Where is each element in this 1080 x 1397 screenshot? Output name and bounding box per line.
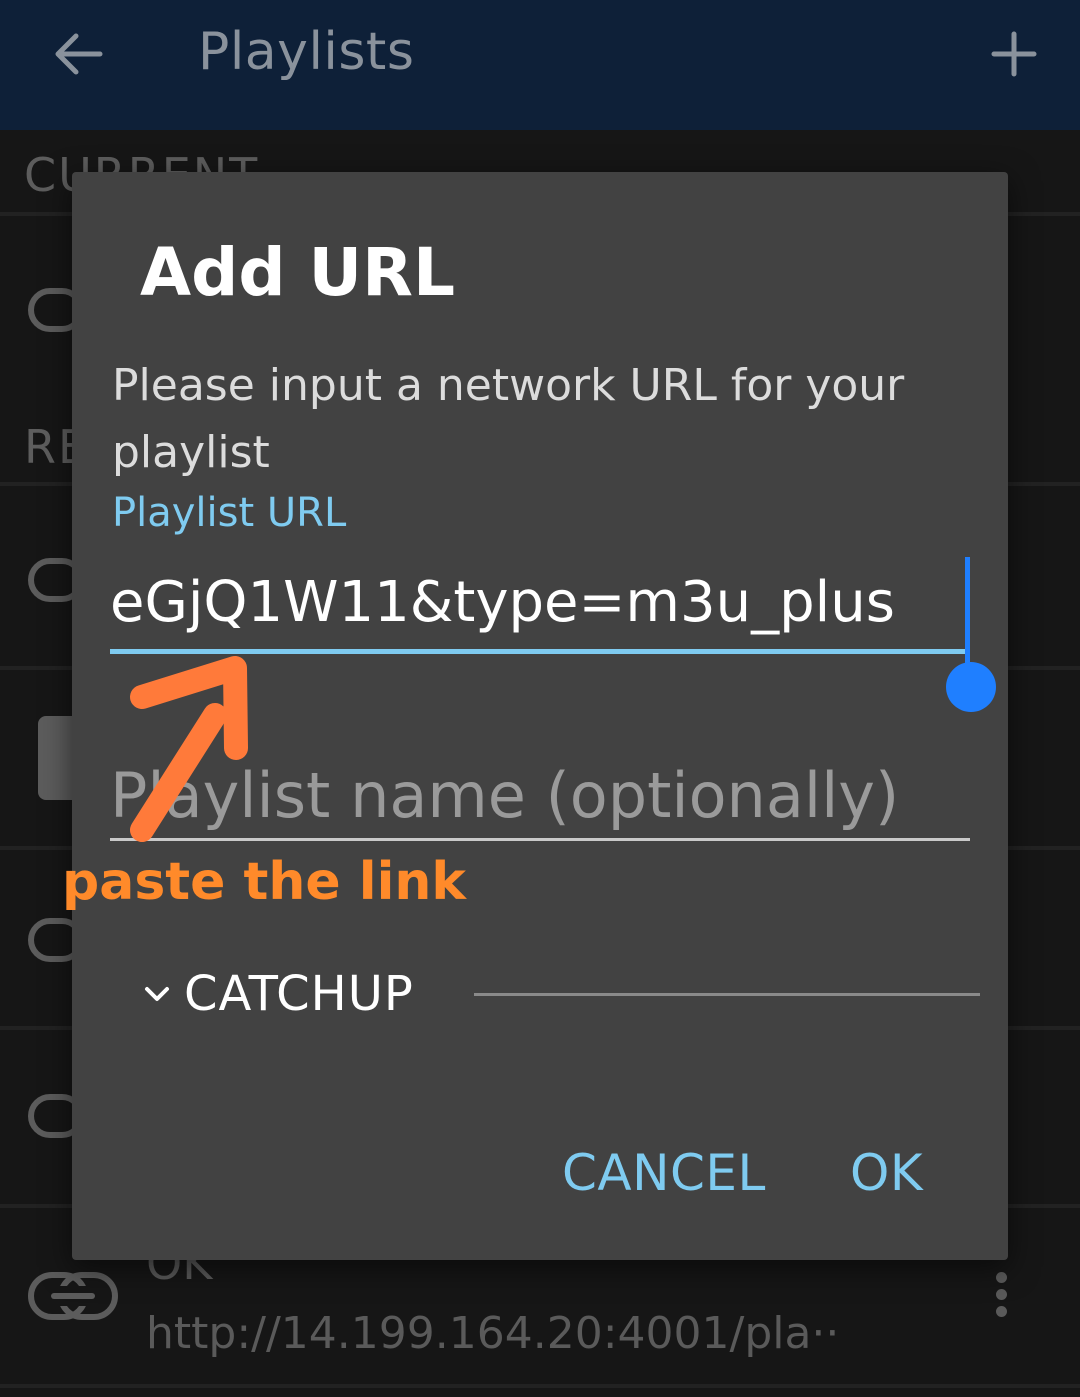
playlist-item-url: http://14.199.164.20:4001/pla·· [146,1308,840,1359]
app-bar: Playlists [0,0,1080,130]
playlist-url-input[interactable] [110,552,970,652]
catchup-divider [474,993,980,996]
dialog-title: Add URL [140,234,456,311]
divider [0,1384,1080,1388]
chevron-down-icon [145,987,169,1001]
annotation-arrow [130,656,248,842]
cancel-button[interactable]: CANCEL [562,1144,766,1202]
cursor-handle[interactable] [946,662,996,712]
link-icon [28,1272,118,1320]
annotation-text: paste the link [62,852,466,912]
arrow-left-icon[interactable] [50,26,106,82]
more-vertical-icon[interactable] [994,1272,1010,1322]
catchup-label: CATCHUP [184,966,414,1022]
dialog-message: Please input a network URL for your play… [112,360,905,478]
playlist-url-label: Playlist URL [112,490,347,536]
plus-icon[interactable] [990,30,1038,78]
page-title: Playlists [198,22,415,82]
catchup-toggle[interactable]: CATCHUP [144,964,414,1024]
ok-button[interactable]: OK [850,1144,923,1202]
